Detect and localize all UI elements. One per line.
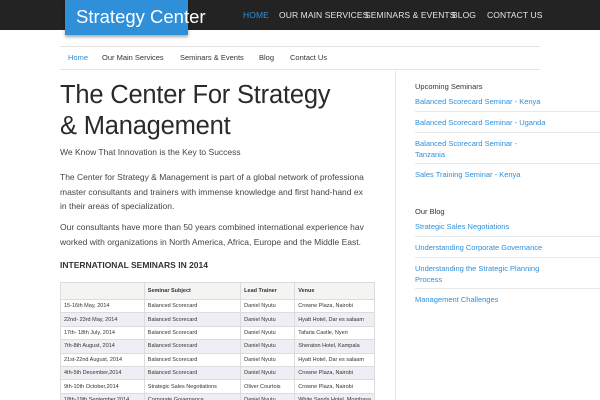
table-cell: Crowne Plaza, Nairobi bbox=[294, 298, 375, 314]
upcoming-seminars-heading: Upcoming Seminars bbox=[415, 82, 483, 91]
secondary-nav: Home Our Main Services Seminars & Events… bbox=[60, 46, 540, 70]
table-header-row: Seminar Subject Lead Trainer Venue bbox=[60, 282, 375, 300]
blog-link[interactable]: Strategic Sales Negotiations bbox=[415, 221, 509, 232]
sidebar-divider bbox=[415, 132, 600, 133]
table-cell: Hyatt Hotel, Dar es salaam bbox=[294, 352, 375, 367]
table-cell: Tafaria Castle, Nyeri bbox=[294, 325, 375, 341]
table-cell: Oliver Courtois bbox=[240, 379, 296, 394]
table-cell: Balanced Scorecard bbox=[143, 352, 242, 367]
table-header: Lead Trainer bbox=[240, 282, 296, 300]
sidebar-divider bbox=[415, 288, 600, 289]
table-cell: Strategic Sales Negotiations bbox=[143, 379, 242, 394]
top-nav-seminars[interactable]: SEMINARS & EVENTS bbox=[365, 10, 456, 20]
sidebar-divider bbox=[415, 236, 600, 237]
top-nav-contact[interactable]: CONTACT US bbox=[487, 10, 542, 20]
blog-link[interactable]: Management Challenges bbox=[415, 294, 498, 305]
top-nav-blog[interactable]: BLOG bbox=[452, 10, 476, 20]
sidebar-divider bbox=[415, 111, 600, 112]
page-title-line2: & Management bbox=[60, 112, 231, 140]
blog-link[interactable]: Understanding Corporate Governance bbox=[415, 242, 542, 253]
top-nav-services[interactable]: OUR MAIN SERVICES bbox=[279, 10, 368, 20]
link-line: Tanzania bbox=[415, 150, 446, 159]
link-line: Balanced Scorecard Seminar - bbox=[415, 139, 518, 148]
table-cell: Daniel Nyutu bbox=[240, 325, 296, 341]
upcoming-seminar-link[interactable]: Balanced Scorecard Seminar - Tanzania bbox=[415, 138, 517, 160]
table-cell: 21st-22nd August, 2014 bbox=[60, 352, 145, 367]
sub-nav-blog[interactable]: Blog bbox=[259, 53, 274, 62]
link-line: Balanced Scorecard Seminar - Uganda bbox=[415, 118, 546, 127]
intro-line: The Center for Strategy & Management is … bbox=[60, 172, 364, 182]
column-divider bbox=[395, 71, 396, 400]
table-cell: Daniel Nyutu bbox=[240, 312, 296, 327]
experience-line: worked with organizations in North Ameri… bbox=[60, 236, 361, 247]
table-header: Venue bbox=[294, 282, 375, 300]
upcoming-seminar-link[interactable]: Balanced Scorecard Seminar - Kenya bbox=[415, 96, 540, 107]
link-line: Understanding the Strategic Planning bbox=[415, 264, 540, 273]
seminars-heading: INTERNATIONAL SEMINARS IN 2014 bbox=[60, 260, 208, 270]
page-title: The Center For Strategy & Management bbox=[60, 80, 375, 142]
sub-nav-contact[interactable]: Contact Us bbox=[290, 53, 327, 62]
table-cell: 22nd- 23rd May, 2014 bbox=[60, 312, 145, 327]
table-cell: Daniel Nyutu bbox=[240, 339, 296, 354]
table-row: 18th-19th September,2014 Corporate Govern… bbox=[60, 392, 375, 400]
top-nav: HOME OUR MAIN SERVICES SEMINARS & EVENTS… bbox=[0, 10, 600, 24]
sub-nav-services[interactable]: Our Main Services bbox=[102, 53, 164, 62]
link-line: Strategic Sales Negotiations bbox=[415, 222, 510, 231]
table-cell: Balanced Scorecard bbox=[143, 298, 242, 314]
blog-heading: Our Blog bbox=[415, 207, 445, 216]
table-cell: Corporate Governance bbox=[143, 392, 242, 400]
table-cell: Daniel Nyutu bbox=[240, 352, 296, 367]
table-header: Seminar Subject bbox=[143, 282, 242, 300]
table-cell: Daniel Nyutu bbox=[240, 298, 296, 314]
table-header bbox=[60, 282, 145, 300]
table-cell: Balanced Scorecard bbox=[143, 312, 242, 327]
intro-line: in their areas of specialization. bbox=[60, 201, 175, 211]
tagline: We Know That Innovation is the Key to Su… bbox=[60, 147, 241, 157]
link-line: Process bbox=[415, 275, 443, 284]
experience-line: Our consultants have more than 50 years … bbox=[60, 222, 364, 232]
table-cell: Daniel Nyutu bbox=[240, 365, 296, 381]
table-cell: 17th- 18th July, 2014 bbox=[60, 325, 145, 341]
table-cell: White Sands Hotel, Mombasa bbox=[294, 392, 375, 400]
main-content: The Center For Strategy & Management We … bbox=[60, 80, 375, 400]
table-row: 15-16th May, 2014 Balanced Scorecard Danie… bbox=[60, 298, 375, 314]
table-cell: Sheraton Hotel, Kampala bbox=[294, 339, 375, 354]
upcoming-seminar-link[interactable]: Balanced Scorecard Seminar - Uganda bbox=[415, 117, 546, 128]
intro-line: master consultants and trainers with imm… bbox=[60, 186, 363, 197]
sub-nav-home[interactable]: Home bbox=[68, 53, 88, 62]
table-cell: 4th-5th December,2014 bbox=[60, 365, 145, 381]
table-row: 4th-5th December,2014 Balanced Scorecard D… bbox=[60, 365, 375, 381]
blog-link[interactable]: Understanding the Strategic Planning Proc… bbox=[415, 263, 539, 285]
table-row: 9th-10th October,2014 Strategic Sales Neg… bbox=[60, 379, 375, 394]
table-cell: 15-16th May, 2014 bbox=[60, 298, 145, 314]
link-line: Balanced Scorecard Seminar - Kenya bbox=[415, 97, 541, 106]
table-row: 7th-8th August, 2014 Balanced Scorecard Da… bbox=[60, 339, 375, 354]
table-row: 17th- 18th July, 2014 Balanced Scorecard D… bbox=[60, 325, 375, 341]
table-cell: Balanced Scorecard bbox=[143, 325, 242, 341]
link-line: Management Challenges bbox=[415, 295, 499, 304]
table-cell: Hyatt Hotel, Dar es salaam bbox=[294, 312, 375, 327]
top-nav-home[interactable]: HOME bbox=[243, 10, 269, 20]
table-cell: 7th-8th August, 2014 bbox=[60, 339, 145, 354]
table-row: 21st-22nd August, 2014 Balanced Scorecard… bbox=[60, 352, 375, 367]
link-line: Understanding Corporate Governance bbox=[415, 243, 543, 252]
table-cell: Balanced Scorecard bbox=[143, 339, 242, 354]
table-cell: Balanced Scorecard bbox=[143, 365, 242, 381]
upcoming-seminar-link[interactable]: Sales Training Seminar - Kenya bbox=[415, 169, 520, 180]
experience-paragraph: Our consultants have more than 50 years … bbox=[60, 220, 375, 249]
link-line: Sales Training Seminar - Kenya bbox=[415, 170, 521, 179]
sidebar-divider bbox=[415, 257, 600, 258]
seminars-table: Seminar Subject Lead Trainer Venue 15-16… bbox=[60, 282, 375, 400]
table-row: 22nd- 23rd May, 2014 Balanced Scorecard Da… bbox=[60, 312, 375, 327]
table-cell: Crowne Plaza, Nairobi bbox=[294, 379, 375, 394]
sidebar-divider bbox=[415, 163, 600, 164]
intro-paragraph: The Center for Strategy & Management is … bbox=[60, 170, 375, 214]
table-cell: 9th-10th October,2014 bbox=[60, 379, 145, 394]
table-cell: Daniel Nyutu bbox=[240, 392, 296, 400]
table-cell: 18th-19th September,2014 bbox=[60, 392, 145, 400]
sub-nav-seminars[interactable]: Seminars & Events bbox=[180, 53, 244, 62]
table-cell: Crowne Plaza, Nairobi bbox=[294, 365, 375, 381]
page-title-line1: The Center For Strategy bbox=[60, 81, 331, 109]
